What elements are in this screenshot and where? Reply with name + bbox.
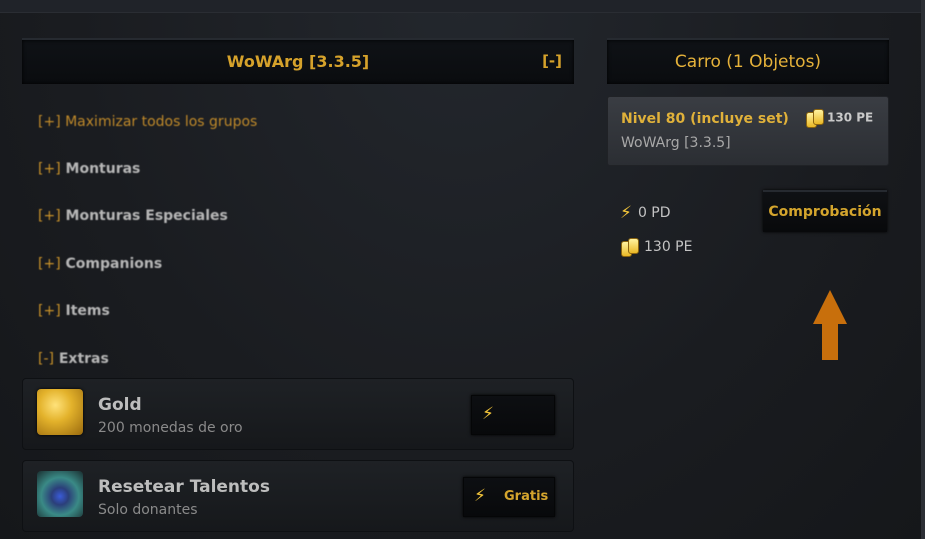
checkout-button[interactable]: Comprobación	[763, 190, 887, 232]
coins-icon	[805, 109, 824, 128]
group-companions[interactable]: [+] Companions	[38, 256, 162, 272]
cart-header: Carro (1 Objetos)	[607, 38, 889, 84]
store-title: WoWArg [3.3.5]	[226, 52, 370, 71]
cart-item-name: Nivel 80 (incluye set)	[621, 111, 789, 127]
top-strip	[0, 0, 925, 13]
group-label: Companions	[65, 256, 163, 272]
button-label: Gratis	[504, 489, 549, 504]
lightning-icon: ⚡	[474, 486, 486, 506]
cart-item[interactable]: Nivel 80 (incluye set) WoWArg [3.3.5] 13…	[607, 96, 889, 166]
product-gold: Gold 200 monedas de oro ⚡	[22, 378, 574, 450]
group-toggle: [+]	[38, 208, 61, 224]
balance-pd-value: 0 PD	[637, 205, 671, 221]
lightning-icon: ⚡	[482, 404, 494, 424]
group-extras[interactable]: [-] Extras	[38, 351, 109, 367]
lightning-icon: ⚡	[620, 203, 632, 223]
group-toggle: [+]	[38, 161, 61, 177]
group-items[interactable]: [+] Items	[38, 303, 110, 319]
price-value: 130 PE	[827, 110, 874, 125]
group-monturas-especiales[interactable]: [+] Monturas Especiales	[38, 208, 228, 224]
arrow-up-icon	[813, 290, 847, 360]
store-header: WoWArg [3.3.5] [-]	[22, 38, 574, 84]
group-monturas[interactable]: [+] Monturas	[38, 161, 140, 177]
add-to-cart-button[interactable]: ⚡ Gratis	[463, 477, 555, 517]
group-toggle: [-]	[38, 351, 54, 367]
gold-ingot-icon	[37, 389, 83, 435]
group-label: Monturas	[65, 161, 141, 177]
group-toggle: [+]	[38, 303, 61, 319]
group-label: Items	[65, 303, 110, 319]
talent-reset-icon	[37, 471, 83, 517]
group-label: Extras	[58, 351, 109, 367]
group-toggle: [+]	[38, 256, 61, 272]
cart-panel: Carro (1 Objetos) Nivel 80 (incluye set)…	[607, 38, 890, 539]
store-panel: WoWArg [3.3.5] [-] [+] Maximizar todos l…	[22, 38, 574, 539]
collapse-all-button[interactable]: [-]	[542, 52, 562, 70]
product-description: 200 monedas de oro	[98, 420, 243, 436]
cart-item-realm: WoWArg [3.3.5]	[621, 135, 731, 151]
add-to-cart-button[interactable]: ⚡	[471, 395, 555, 435]
product-resetear-talentos: Resetear Talentos Solo donantes ⚡ Gratis	[22, 460, 574, 532]
product-description: Solo donantes	[98, 502, 198, 518]
right-edge-border	[921, 0, 925, 539]
product-name: Gold	[98, 395, 142, 415]
cart-title: Carro (1 Objetos)	[674, 52, 822, 72]
product-name: Resetear Talentos	[98, 477, 270, 497]
maximize-all-groups-link[interactable]: [+] Maximizar todos los grupos	[38, 114, 257, 130]
group-label: Monturas Especiales	[65, 208, 228, 224]
cart-item-price: 130 PE	[805, 109, 874, 128]
coins-icon	[620, 238, 639, 257]
balance-pe-value: 130 PE	[644, 239, 693, 255]
balance-pd: ⚡ 0 PD	[620, 203, 671, 223]
balance-pe: 130 PE	[620, 238, 693, 257]
